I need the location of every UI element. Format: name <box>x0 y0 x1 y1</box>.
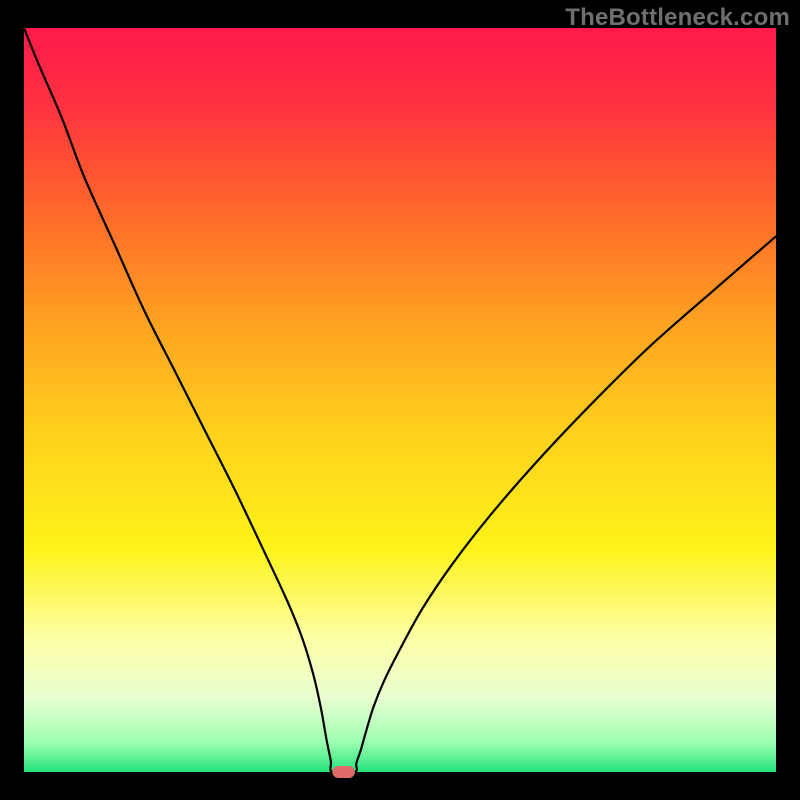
chart-gradient-bg <box>24 28 776 772</box>
chart-container: TheBottleneck.com <box>0 0 800 800</box>
watermark-text: TheBottleneck.com <box>565 4 790 32</box>
bottleneck-chart <box>0 0 800 800</box>
minimum-marker <box>332 766 355 778</box>
